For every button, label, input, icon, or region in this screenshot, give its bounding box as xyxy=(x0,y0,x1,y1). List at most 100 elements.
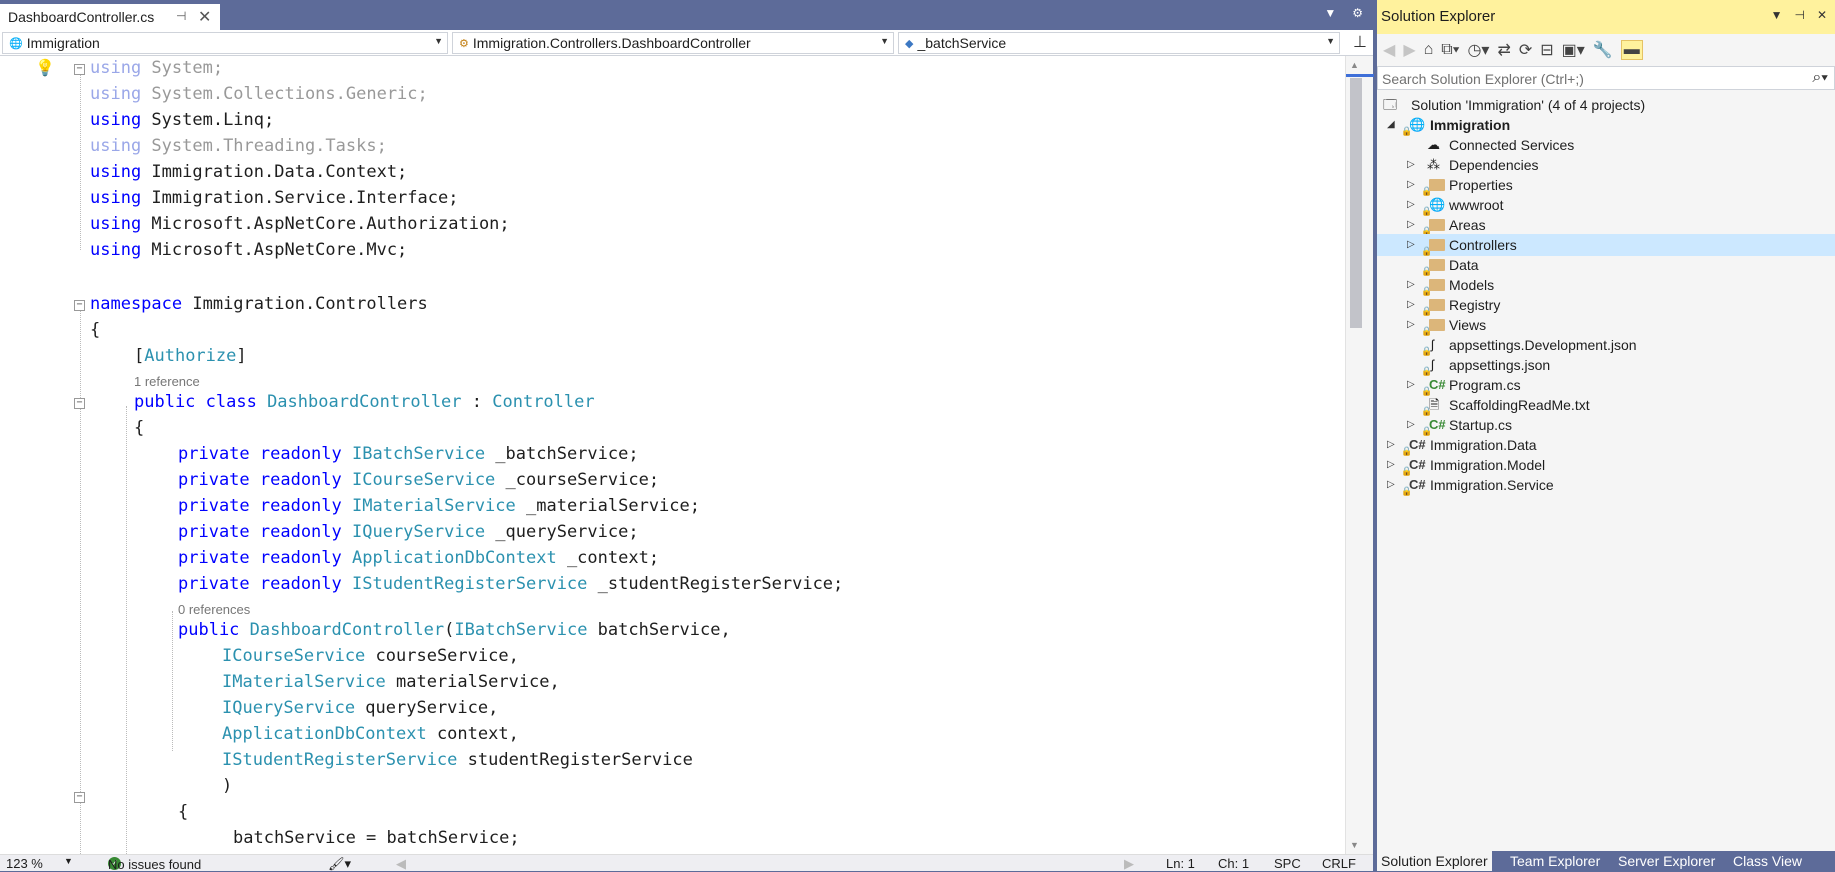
collapsed-arrow-icon[interactable]: ▷ xyxy=(1387,434,1395,456)
tree-item[interactable]: ▷ 🔒 Areas xyxy=(1377,214,1835,236)
collapse-toggle[interactable]: − xyxy=(74,398,85,409)
tree-project[interactable]: ◢ 🔒 🌐 Immigration xyxy=(1377,114,1835,136)
document-tab-title: DashboardController.cs xyxy=(8,9,155,25)
vertical-scrollbar[interactable]: ▲ ▼ xyxy=(1345,56,1374,854)
gear-icon[interactable]: ⚙ xyxy=(1352,6,1363,20)
switch-views-icon[interactable]: ⧉▾ xyxy=(1441,41,1459,59)
collapsed-arrow-icon[interactable]: ▷ xyxy=(1387,454,1395,476)
codelens-references[interactable]: 0 references xyxy=(178,602,250,617)
collapse-all-icon[interactable]: ⊟ xyxy=(1540,40,1553,60)
collapse-toggle[interactable]: − xyxy=(74,300,85,311)
tree-project[interactable]: ▷ 🔒 C# Immigration.Data xyxy=(1377,434,1835,456)
tree-label: Data xyxy=(1449,257,1479,273)
collapsed-arrow-icon[interactable]: ▷ xyxy=(1407,194,1415,216)
history-icon[interactable]: ◷▾ xyxy=(1467,40,1489,60)
hscroll-left-icon[interactable]: ◀ xyxy=(396,856,406,872)
close-icon[interactable]: ✕ xyxy=(198,7,211,27)
project-dropdown[interactable]: 🌐 Immigration ▼ xyxy=(2,32,448,54)
brush-icon[interactable]: 🖌▾ xyxy=(328,856,351,872)
sync-icon[interactable]: ⇄ xyxy=(1497,40,1510,60)
properties-icon[interactable]: 🔧 xyxy=(1593,40,1613,60)
pin-icon[interactable]: ⊣ xyxy=(1794,8,1804,22)
code-line: using Microsoft.AspNetCore.Mvc; xyxy=(90,240,408,260)
expanded-arrow-icon[interactable]: ◢ xyxy=(1387,114,1395,136)
collapsed-arrow-icon[interactable]: ▷ xyxy=(1407,314,1415,336)
tab-solution-explorer[interactable]: Solution Explorer xyxy=(1377,851,1492,871)
refresh-icon[interactable]: ⟳ xyxy=(1519,40,1532,60)
tree-item[interactable]: ☁ Connected Services xyxy=(1377,134,1835,156)
tree-item[interactable]: ▷ 🔒 🌐 wwwroot xyxy=(1377,194,1835,216)
chevron-down-icon: ▼ xyxy=(880,36,889,46)
collapsed-arrow-icon[interactable]: ▷ xyxy=(1407,294,1415,316)
scroll-up-icon[interactable]: ▲ xyxy=(1350,60,1359,70)
tree-item[interactable]: 🔒 ʃ appsettings.Development.json xyxy=(1377,334,1835,356)
indent-guide xyxy=(80,304,81,854)
tree-label: Program.cs xyxy=(1449,377,1521,393)
scroll-down-icon[interactable]: ▼ xyxy=(1350,840,1359,850)
hscroll-right-icon[interactable]: ▶ xyxy=(1124,856,1134,872)
codelens-references[interactable]: 1 reference xyxy=(134,374,200,389)
code-line: ICourseService courseService, xyxy=(222,646,519,666)
tree-item[interactable]: 🔒 ʃ appsettings.json xyxy=(1377,354,1835,376)
collapse-toggle[interactable]: − xyxy=(74,64,85,75)
tab-class-view[interactable]: Class View xyxy=(1733,853,1802,869)
tree-item[interactable]: ▷ 🔒 C# Startup.cs xyxy=(1377,414,1835,436)
home-icon[interactable]: ⌂ xyxy=(1424,41,1434,59)
preview-icon[interactable]: ▬ xyxy=(1620,40,1643,60)
collapsed-arrow-icon[interactable]: ▷ xyxy=(1407,274,1415,296)
collapsed-arrow-icon[interactable]: ▷ xyxy=(1407,174,1415,196)
scrollbar-thumb[interactable] xyxy=(1350,78,1362,328)
tree-item[interactable]: 🔒 🗎 ScaffoldingReadMe.txt xyxy=(1377,394,1835,416)
type-dropdown[interactable]: ⚙ Immigration.Controllers.DashboardContr… xyxy=(452,32,894,54)
collapse-toggle[interactable]: − xyxy=(74,792,85,803)
tree-label: Immigration xyxy=(1430,117,1511,133)
csharp-file-icon: C# xyxy=(1429,417,1446,432)
lightbulb-icon[interactable]: 💡 xyxy=(35,58,55,77)
document-tab[interactable]: DashboardController.cs ⊣ ✕ xyxy=(0,4,220,30)
solution-icon: 🗔 xyxy=(1383,97,1398,112)
back-icon[interactable]: ◀ xyxy=(1383,40,1395,60)
whitespace-mode[interactable]: SPC xyxy=(1274,856,1301,871)
collapsed-arrow-icon[interactable]: ▷ xyxy=(1407,234,1415,256)
collapsed-arrow-icon[interactable]: ▷ xyxy=(1387,474,1395,496)
field-icon: ◆ xyxy=(905,37,914,50)
chevron-down-icon[interactable]: ▼ xyxy=(64,856,73,866)
tree-item[interactable]: ▷ 🔒 Models xyxy=(1377,274,1835,296)
split-editor-icon[interactable]: ⊥ xyxy=(1349,32,1371,54)
member-dropdown[interactable]: ◆ _batchService ▼ xyxy=(898,32,1340,54)
tab-team-explorer[interactable]: Team Explorer xyxy=(1510,853,1600,869)
code-area[interactable]: 💡 − − − − using System; using System.Col… xyxy=(0,56,1345,854)
tab-server-explorer[interactable]: Server Explorer xyxy=(1618,853,1715,869)
tab-list-dropdown-icon[interactable]: ▼ xyxy=(1324,6,1336,20)
tree-item[interactable]: ▷ 🔒 Properties xyxy=(1377,174,1835,196)
column-number[interactable]: Ch: 1 xyxy=(1218,856,1249,871)
tree-project[interactable]: ▷ 🔒 C# Immigration.Model xyxy=(1377,454,1835,476)
line-ending[interactable]: CRLF xyxy=(1322,856,1356,871)
type-dropdown-value: Immigration.Controllers.DashboardControl… xyxy=(472,35,751,51)
pin-icon[interactable]: ⊣ xyxy=(176,9,186,23)
collapsed-arrow-icon[interactable]: ▷ xyxy=(1407,154,1415,176)
tree-item[interactable]: ▷ 🔒 Views xyxy=(1377,314,1835,336)
search-icon[interactable]: ⌕▾ xyxy=(1812,69,1828,87)
zoom-level[interactable]: 123 % xyxy=(6,856,43,871)
code-editor[interactable]: DashboardController.cs ⊣ ✕ ▼ ⚙ 🌐 Immigra… xyxy=(0,0,1374,872)
line-number[interactable]: Ln: 1 xyxy=(1166,856,1195,871)
forward-icon[interactable]: ▶ xyxy=(1403,40,1415,60)
chevron-down-icon[interactable]: ▼ xyxy=(1771,8,1783,22)
code-line: [Authorize] xyxy=(134,346,247,366)
json-file-icon: ʃ xyxy=(1431,337,1434,352)
tree-item[interactable]: ▷ 🔒 C# Program.cs xyxy=(1377,374,1835,396)
search-input[interactable]: Search Solution Explorer (Ctrl+;) ⌕▾ xyxy=(1377,66,1835,90)
tree-item[interactable]: ▷ 🔒 Registry xyxy=(1377,294,1835,316)
tree-project[interactable]: ▷ 🔒 C# Immigration.Service xyxy=(1377,474,1835,496)
tree-solution[interactable]: 🗔 Solution 'Immigration' (4 of 4 project… xyxy=(1377,94,1835,116)
code-line: private readonly IBatchService _batchSer… xyxy=(178,444,639,464)
tree-item[interactable]: ▷ ⁂ Dependencies xyxy=(1377,154,1835,176)
collapsed-arrow-icon[interactable]: ▷ xyxy=(1407,214,1415,236)
show-all-files-icon[interactable]: ▣▾ xyxy=(1562,40,1585,60)
close-icon[interactable]: ✕ xyxy=(1817,8,1827,22)
tree-item-selected[interactable]: ▷ 🔒 Controllers xyxy=(1377,234,1835,256)
collapsed-arrow-icon[interactable]: ▷ xyxy=(1407,414,1415,436)
collapsed-arrow-icon[interactable]: ▷ xyxy=(1407,374,1415,396)
tree-item[interactable]: 🔒 Data xyxy=(1377,254,1835,276)
